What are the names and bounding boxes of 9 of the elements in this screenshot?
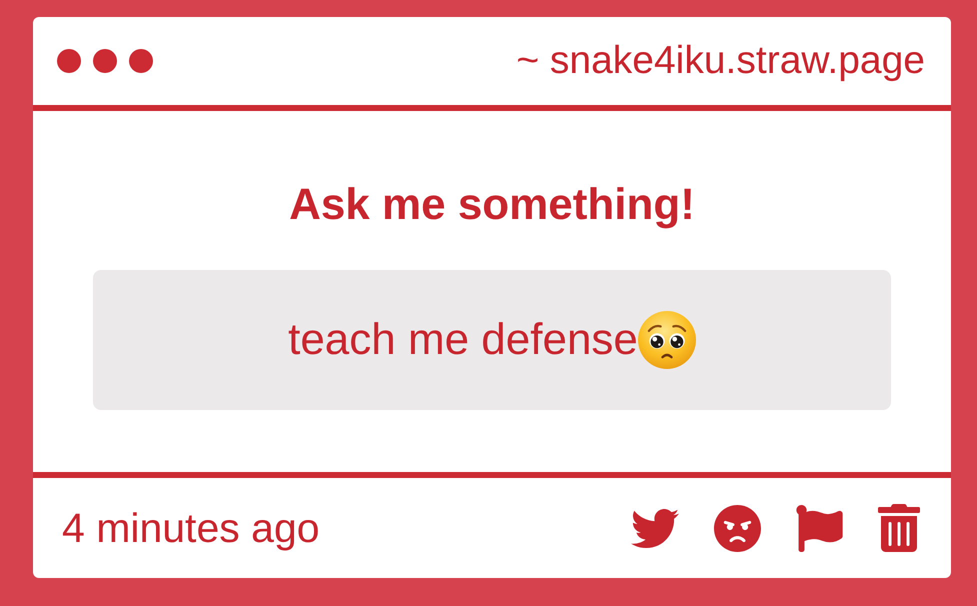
trash-icon[interactable] [878,504,920,552]
question-text: teach me defense [288,314,638,366]
prompt-title: Ask me something! [289,179,695,231]
post-time: 4 minutes ago [62,504,320,552]
site-address: ~ snake4iku.straw.page [516,38,925,84]
angry-face-icon[interactable] [714,504,761,552]
bird-icon[interactable] [631,508,679,548]
pleading-face-icon [638,311,696,369]
flag-icon[interactable] [796,504,843,552]
